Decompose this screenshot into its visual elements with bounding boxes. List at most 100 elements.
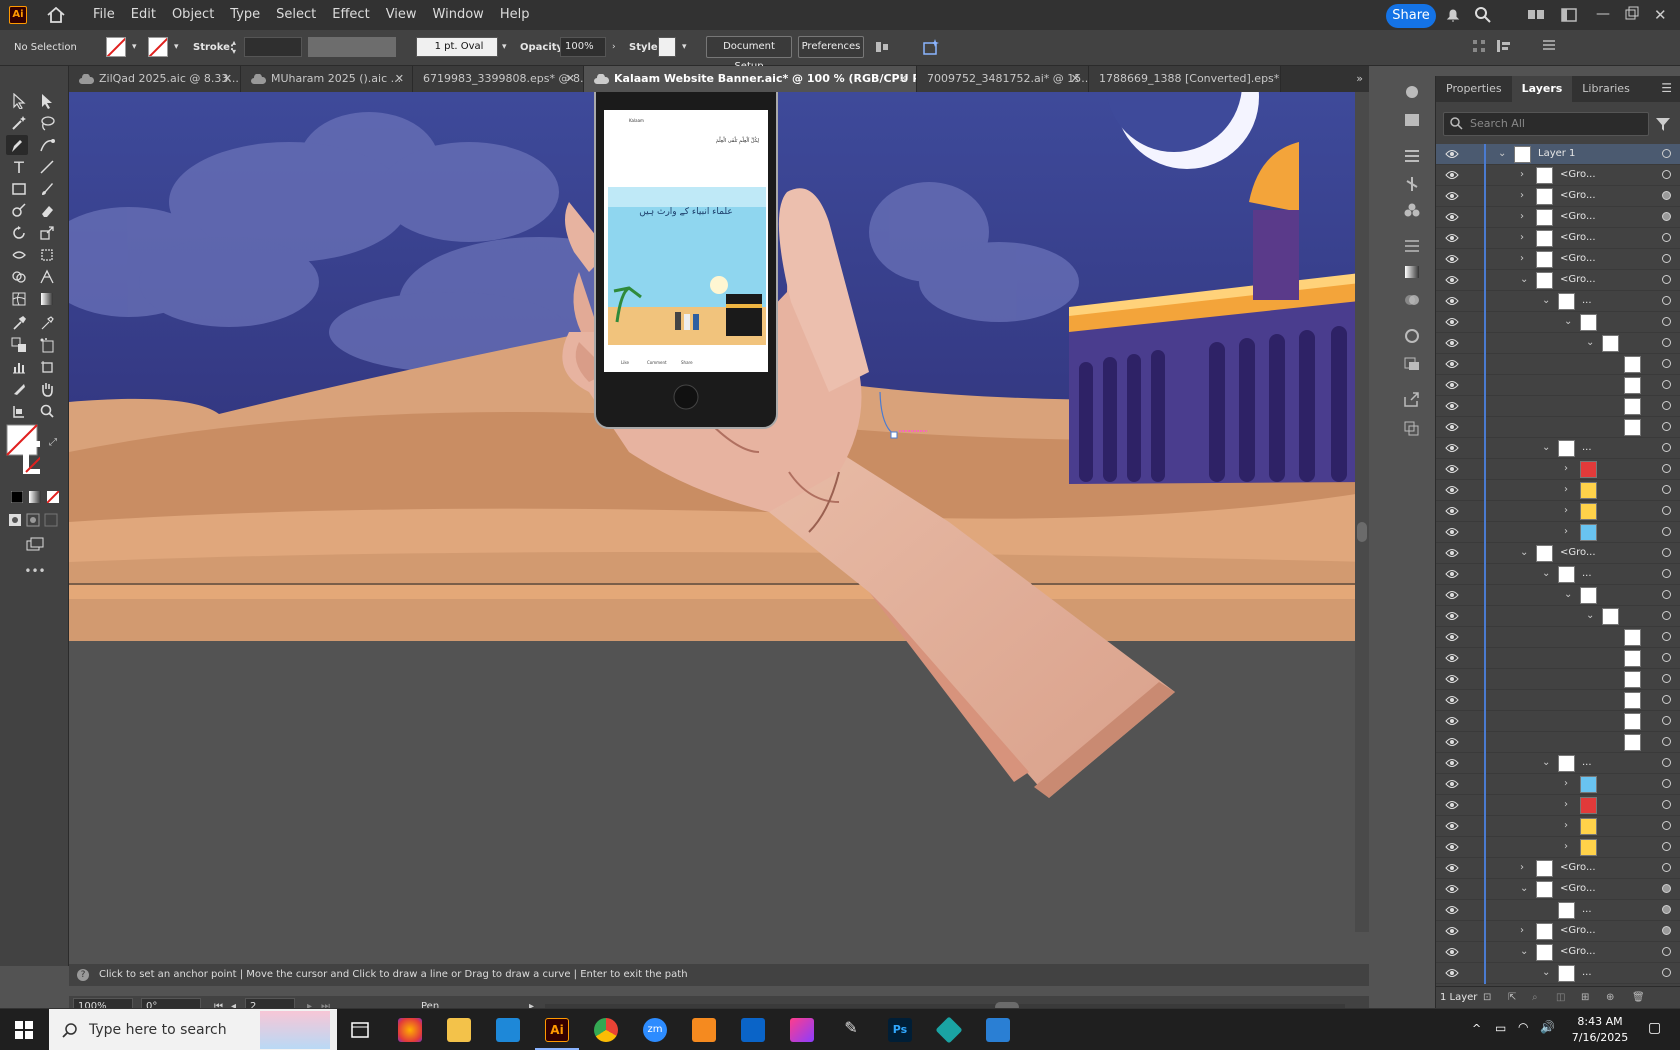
eye-icon[interactable] — [1445, 716, 1459, 726]
fill-swatch[interactable] — [106, 37, 126, 57]
vscode-icon[interactable] — [496, 1018, 520, 1042]
chevron-right-icon[interactable]: › — [612, 42, 622, 52]
locate-object-icon[interactable]: ⌕ — [1532, 987, 1538, 1009]
layer-row[interactable]: ... — [1436, 900, 1680, 921]
menu-type[interactable]: Type — [222, 0, 268, 30]
network-icon[interactable]: ▭ — [1495, 1021, 1506, 1035]
layer-row[interactable]: › — [1436, 774, 1680, 795]
search-icon[interactable] — [1474, 6, 1494, 24]
chevron-right-icon[interactable]: › — [1564, 505, 1568, 516]
slice-tool-icon[interactable] — [8, 379, 30, 399]
close-icon[interactable]: ✕ — [1654, 6, 1674, 24]
chevron-right-icon[interactable]: › — [1564, 526, 1568, 537]
export-icon[interactable] — [1403, 392, 1423, 410]
menu-object[interactable]: Object — [164, 0, 222, 30]
chevron-right-icon[interactable]: › — [1520, 232, 1524, 243]
layer-row[interactable]: ⌄... — [1436, 963, 1680, 984]
layer-row[interactable] — [1436, 396, 1680, 417]
eye-icon[interactable] — [1445, 926, 1459, 936]
target-icon[interactable] — [1662, 800, 1671, 809]
clock[interactable]: 8:43 AM 7/16/2025 — [1565, 1014, 1635, 1046]
menu-edit[interactable]: Edit — [123, 0, 164, 30]
brushes-icon[interactable] — [1403, 176, 1423, 194]
layer-row[interactable]: ⌄ Layer 1 — [1436, 144, 1680, 165]
notification-icon[interactable]: ▢ — [1648, 1020, 1661, 1036]
creative-cloud-icon[interactable] — [790, 1018, 814, 1042]
target-icon[interactable] — [1662, 422, 1671, 431]
outlook-icon[interactable] — [741, 1018, 765, 1042]
mesh-tool-icon[interactable] — [8, 289, 30, 309]
chevron-down-icon[interactable]: ⌄ — [1542, 757, 1550, 768]
tabs-overflow-icon[interactable]: » — [1356, 72, 1363, 85]
width-tool-icon[interactable] — [8, 245, 30, 265]
eye-icon[interactable] — [1445, 590, 1459, 600]
new-layer-icon[interactable]: ⊕ — [1606, 987, 1614, 1009]
target-icon[interactable] — [1662, 905, 1671, 914]
target-icon[interactable] — [1662, 149, 1671, 158]
chevron-down-icon[interactable]: ▾ — [682, 42, 692, 52]
eye-icon[interactable] — [1445, 485, 1459, 495]
tab-zilqad[interactable]: ZilQad 2025.aic @ 8.33... ✕ — [69, 66, 241, 92]
chevron-down-icon[interactable]: ⌄ — [1586, 610, 1594, 621]
eye-icon[interactable] — [1445, 233, 1459, 243]
file-explorer-icon[interactable] — [447, 1018, 471, 1042]
target-icon[interactable] — [1662, 758, 1671, 767]
new-sublayer-icon[interactable]: ⊞ — [1581, 987, 1589, 1009]
chevron-right-icon[interactable]: › — [1564, 484, 1568, 495]
eye-icon[interactable] — [1445, 695, 1459, 705]
transparency-icon[interactable] — [1403, 292, 1423, 310]
target-icon[interactable] — [1662, 443, 1671, 452]
swap-icon[interactable]: ⤢ — [42, 432, 64, 452]
eyedropper-icon[interactable] — [8, 313, 30, 333]
target-icon[interactable] — [1662, 926, 1671, 935]
tray-chevron-icon[interactable]: ^ — [1472, 1022, 1481, 1035]
preferences-button[interactable]: Preferences — [798, 36, 864, 58]
canvas[interactable]: Kalaam لِكُلِّ اَلْعِلْمِ تَلْقَى الْعِل… — [69, 92, 1369, 964]
arrange-icon[interactable] — [1560, 6, 1580, 24]
layer-row[interactable]: ⌄ <Gro... — [1436, 270, 1680, 291]
eye-icon[interactable] — [1445, 464, 1459, 474]
rotate-tool-icon[interactable] — [8, 223, 30, 243]
firefox-icon[interactable] — [398, 1018, 422, 1042]
layer-row[interactable]: › <Gro... — [1436, 228, 1680, 249]
target-icon[interactable] — [1662, 275, 1671, 284]
chevron-right-icon[interactable]: › — [1520, 862, 1524, 873]
close-icon[interactable]: ✕ — [899, 66, 908, 92]
layer-row[interactable]: › <Gro... — [1436, 186, 1680, 207]
magic-wand-icon[interactable] — [8, 113, 30, 133]
line-tool-icon[interactable] — [36, 157, 58, 177]
panel-menu-icon[interactable]: ☰ — [1661, 81, 1672, 95]
target-icon[interactable] — [1662, 884, 1671, 893]
layer-row[interactable]: › — [1436, 501, 1680, 522]
symbol-sprayer-icon[interactable] — [36, 335, 58, 355]
layer-row[interactable]: › — [1436, 522, 1680, 543]
chevron-right-icon[interactable]: › — [1564, 841, 1568, 852]
opacity-field[interactable]: 100% — [560, 37, 606, 57]
tab-kalaam-banner[interactable]: Kalaam Website Banner.aic* @ 100 % (RGB/… — [584, 66, 917, 92]
target-icon[interactable] — [1662, 947, 1671, 956]
chevron-right-icon[interactable]: › — [1564, 799, 1568, 810]
filter-icon[interactable] — [1655, 116, 1671, 135]
gradient-panel-icon[interactable] — [1403, 264, 1423, 282]
distribute-icon[interactable] — [1496, 39, 1516, 52]
free-transform-icon[interactable] — [36, 245, 58, 265]
eye-icon[interactable] — [1445, 170, 1459, 180]
rectangle-tool-icon[interactable] — [8, 179, 30, 199]
chevron-down-icon[interactable]: ⌄ — [1520, 883, 1528, 894]
layer-row[interactable]: ⌄... — [1436, 438, 1680, 459]
shaper-tool-icon[interactable] — [8, 201, 30, 221]
target-icon[interactable] — [1662, 779, 1671, 788]
target-icon[interactable] — [1662, 548, 1671, 557]
paintbrush-icon[interactable] — [36, 179, 58, 199]
chevron-right-icon[interactable]: › — [1520, 925, 1524, 936]
layer-row[interactable] — [1436, 648, 1680, 669]
stroke-swatch[interactable] — [148, 37, 168, 57]
chevron-right-icon[interactable]: › — [1564, 463, 1568, 474]
type-tool-icon[interactable]: T — [8, 157, 30, 177]
eye-icon[interactable] — [1445, 758, 1459, 768]
target-icon[interactable] — [1662, 590, 1671, 599]
eye-icon[interactable] — [1445, 380, 1459, 390]
layer-row[interactable]: › — [1436, 795, 1680, 816]
eye-icon[interactable] — [1445, 359, 1459, 369]
app-diamond-icon[interactable] — [935, 1016, 963, 1044]
